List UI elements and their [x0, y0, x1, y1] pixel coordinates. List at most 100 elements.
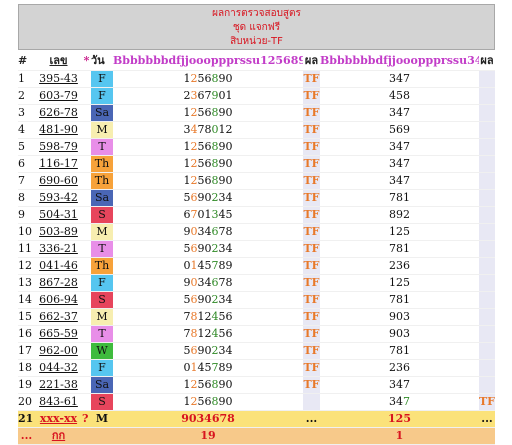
row-code-link[interactable]: 662-37 — [35, 308, 82, 326]
row-code-link[interactable]: 665-59 — [35, 325, 82, 343]
row-res: TF — [303, 87, 320, 105]
num-digit: 3 — [389, 394, 396, 408]
seq-digit: 9 — [197, 241, 205, 255]
row-r2 — [479, 291, 495, 309]
count-code-link[interactable]: กก — [35, 427, 82, 445]
seq-digit: 7 — [190, 207, 198, 221]
row-day: Th — [91, 257, 113, 275]
seq-digit: 2 — [211, 241, 219, 255]
row-n: 347 — [320, 104, 479, 122]
num-digit: 4 — [396, 173, 403, 187]
num-digit: 7 — [403, 71, 410, 85]
row-code-link[interactable]: 593-42 — [35, 189, 82, 207]
row-star — [82, 325, 91, 343]
row-code-link[interactable]: 690-60 — [35, 172, 82, 190]
row-code-link[interactable]: 606-94 — [35, 291, 82, 309]
row-star — [82, 87, 91, 105]
row-star — [82, 155, 91, 173]
num-digit: 7 — [403, 394, 410, 408]
row-code-link[interactable]: 867-28 — [35, 274, 82, 292]
seq-digit: 1 — [218, 122, 226, 136]
num-digit: 4 — [396, 377, 403, 391]
row-seq: 1256890 — [113, 155, 303, 173]
seq-digit: 2 — [190, 156, 198, 170]
col-header-seq2: Bbbbbbbdfjjoooppprssu347 — [320, 53, 479, 71]
seq-digit: 4 — [204, 275, 212, 289]
row-code-link[interactable]: 603-79 — [35, 87, 82, 105]
seq-digit: 7 — [218, 275, 226, 289]
row-day: Th — [91, 172, 113, 190]
row-n: 458 — [320, 87, 479, 105]
summary-row: 21 xxx-xx ? M 9034678 ... 125 ... — [18, 410, 495, 428]
row-code-link[interactable]: 504-31 — [35, 206, 82, 224]
num-digit: 6 — [403, 258, 410, 272]
row-code-link[interactable]: 843-61 — [35, 393, 82, 411]
seq-digit: 9 — [197, 343, 205, 357]
seq-digit: 2 — [190, 173, 198, 187]
row-star — [82, 376, 91, 394]
row-day: M — [91, 223, 113, 241]
col-header-res2: ผล — [479, 53, 495, 71]
row-seq: 1256890 — [113, 172, 303, 190]
row-r2 — [479, 308, 495, 326]
num-digit: 8 — [396, 241, 403, 255]
col-header-code[interactable]: เลข — [35, 53, 82, 71]
row-code-link[interactable]: 481-90 — [35, 121, 82, 139]
row-res — [303, 393, 320, 411]
seq-digit: 5 — [204, 258, 212, 272]
seq-digit: 6 — [225, 326, 233, 340]
row-r2 — [479, 376, 495, 394]
row-code-link[interactable]: 221-38 — [35, 376, 82, 394]
row-day: F — [91, 274, 113, 292]
seq-digit: 0 — [225, 377, 233, 391]
seq-digit: 3 — [197, 224, 205, 238]
row-code-link[interactable]: 962-00 — [35, 342, 82, 360]
num-digit: 2 — [403, 207, 410, 221]
row-res: TF — [303, 70, 320, 88]
seq-digit: 6 — [225, 309, 233, 323]
seq-digit: 1 — [183, 377, 191, 391]
row-seq: 5690234 — [113, 291, 303, 309]
row-code-link[interactable]: 041-46 — [35, 257, 82, 275]
row-r2 — [479, 359, 495, 377]
seq-digit: 8 — [211, 139, 219, 153]
row-seq: 5690234 — [113, 342, 303, 360]
row-star — [82, 172, 91, 190]
seq-digit: 0 — [204, 190, 212, 204]
num-digit: 1 — [403, 292, 410, 306]
table-row: 7 690-60 Th 1256890 TF 347 — [18, 172, 495, 190]
seq-digit: 5 — [218, 309, 226, 323]
row-r2 — [479, 325, 495, 343]
row-num: 5 — [18, 138, 35, 156]
row-code-link[interactable]: 336-21 — [35, 240, 82, 258]
seq-digit: 0 — [190, 224, 198, 238]
row-code-link[interactable]: 626-78 — [35, 104, 82, 122]
row-code-link[interactable]: 503-89 — [35, 223, 82, 241]
seq-digit: 0 — [204, 241, 212, 255]
num-digit: 8 — [396, 292, 403, 306]
row-code-link[interactable]: 116-17 — [35, 155, 82, 173]
row-code-link[interactable]: 395-43 — [35, 70, 82, 88]
seq-digit: 2 — [211, 190, 219, 204]
seq-digit: 6 — [190, 190, 198, 204]
seq-digit: 9 — [218, 377, 226, 391]
table-row: 10 503-89 M 9034678 TF 125 — [18, 223, 495, 241]
seq-digit: 7 — [197, 122, 205, 136]
seq-digit: 5 — [197, 71, 205, 85]
row-star — [82, 189, 91, 207]
row-star — [82, 274, 91, 292]
seq-digit: 2 — [225, 122, 233, 136]
seq-digit: 6 — [204, 156, 212, 170]
count-r2 — [479, 427, 495, 445]
row-code-link[interactable]: 044-32 — [35, 359, 82, 377]
row-seq: 2367901 — [113, 87, 303, 105]
summary-code-link[interactable]: xxx-xx — [35, 410, 82, 428]
row-code-link[interactable]: 598-79 — [35, 138, 82, 156]
count-res — [303, 427, 320, 445]
seq-digit: 0 — [225, 71, 233, 85]
table-row: 16 665-59 T 7812456 TF 903 — [18, 325, 495, 343]
table-row: 12 041-46 Th 0145789 TF 236 — [18, 257, 495, 275]
row-seq: 1256890 — [113, 104, 303, 122]
row-num: 7 — [18, 172, 35, 190]
row-day: M — [91, 308, 113, 326]
